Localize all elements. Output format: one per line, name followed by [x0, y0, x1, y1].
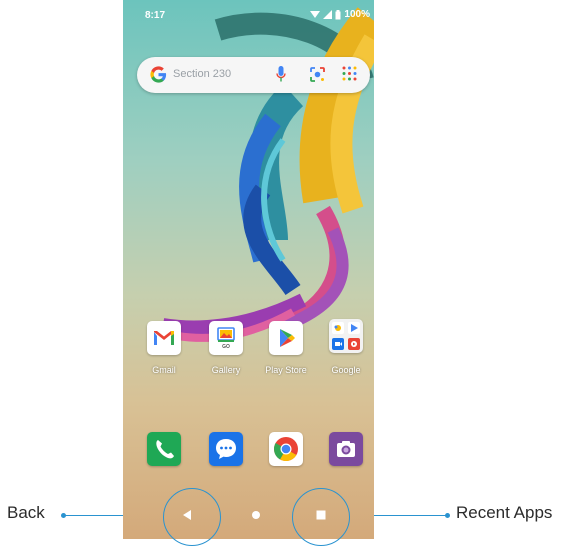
play-store-app[interactable]: [269, 321, 303, 355]
google-lens-icon[interactable]: [309, 66, 326, 83]
camera-app[interactable]: [329, 432, 363, 466]
gmail-app[interactable]: [147, 321, 181, 355]
status-bar: 8:17 100%: [123, 0, 374, 28]
gallery-app[interactable]: GO: [209, 321, 243, 355]
app-grid-icon[interactable]: [342, 66, 357, 81]
play-store-label: Play Store: [265, 365, 307, 375]
back-button-highlight-ring: [163, 488, 221, 546]
chrome-app[interactable]: [269, 432, 303, 466]
google-g-icon: [150, 66, 167, 83]
status-icons: 100%: [310, 9, 370, 20]
phone-app[interactable]: [147, 432, 181, 466]
back-callout-label: Back: [7, 503, 45, 522]
messages-icon: [216, 439, 236, 459]
phone-icon: [156, 440, 174, 459]
battery-icon: [335, 9, 341, 19]
google-search-bar[interactable]: Section 230: [137, 57, 370, 93]
messages-app[interactable]: [209, 432, 243, 466]
search-query-text: Section 230: [173, 68, 232, 80]
home-button[interactable]: [251, 510, 261, 520]
gmail-icon: [154, 331, 174, 345]
microphone-icon[interactable]: [276, 66, 286, 83]
gallery-label: Gallery: [211, 365, 241, 375]
phone-screen: 8:17 100% Section 230 Gmail GO Gallery P…: [123, 0, 374, 539]
play-store-icon: [280, 329, 295, 347]
battery-percent: 100%: [344, 9, 370, 20]
signal-icon: [323, 10, 333, 19]
google-folder-label: Google: [331, 365, 361, 375]
home-circle-icon: [252, 511, 260, 519]
gallery-go-badge: GO: [222, 344, 230, 350]
recent-apps-callout-label: Recent Apps: [456, 503, 553, 522]
google-folder-icon: [332, 322, 360, 350]
camera-icon: [337, 441, 355, 457]
chrome-icon: [273, 437, 298, 462]
wifi-icon: [310, 11, 321, 18]
google-folder[interactable]: [329, 319, 363, 353]
gmail-label: Gmail: [152, 365, 176, 375]
recent-apps-highlight-ring: [292, 488, 350, 546]
status-time: 8:17: [145, 10, 166, 21]
